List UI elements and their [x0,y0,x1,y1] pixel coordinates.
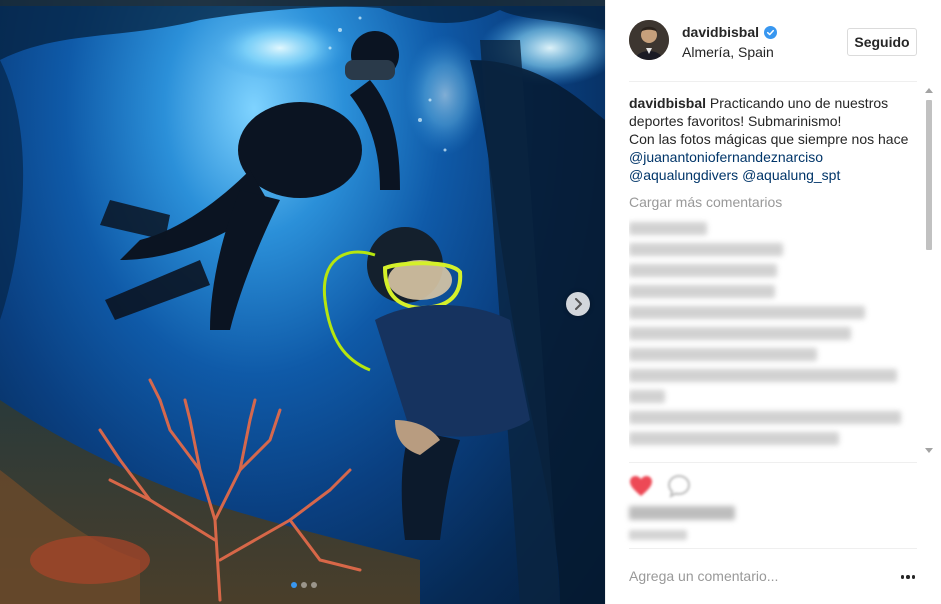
mention-link[interactable]: @aqualungdivers [629,167,738,183]
post-side-panel: davidbisbal Almería, Spain Seguido david… [605,0,941,604]
next-photo-button[interactable] [566,292,590,316]
load-more-comments[interactable]: Cargar más comentarios [629,194,919,210]
more-dot [900,575,905,579]
comment-divider [629,548,917,549]
mention-link[interactable]: @juanantoniofernandeznarciso [629,149,823,165]
caption-author[interactable]: davidbisbal [629,95,706,111]
comments-scrollbar[interactable] [923,86,935,458]
blurred-comment [629,348,817,361]
more-dot [906,575,910,579]
scroll-thumb[interactable] [926,100,932,250]
blurred-comment [629,390,665,403]
scroll-up-arrow-icon[interactable] [925,88,933,93]
post-actions [629,468,919,504]
blurred-comment [629,243,783,256]
blurred-comment [629,306,865,319]
avatar-image [629,20,669,60]
actions-divider [629,462,917,463]
mention-link[interactable]: @aqualung_spt [742,167,840,183]
more-options-icon[interactable] [898,570,918,584]
location-link[interactable]: Almería, Spain [682,44,774,60]
carousel-dot-1 [291,582,297,588]
blurred-comments [629,222,919,445]
blurred-comment [629,264,777,277]
comment-icon[interactable] [667,474,691,498]
header-divider [629,81,917,82]
blurred-comment [629,411,901,424]
verified-badge-icon [764,25,778,39]
scroll-down-arrow-icon[interactable] [925,448,933,453]
more-dot [911,575,916,579]
carousel-dot-2 [301,582,307,588]
blurred-comment [629,222,707,235]
blurred-comment [629,327,851,340]
follow-button[interactable]: Seguido [847,28,917,56]
carousel-indicator [291,582,317,588]
underwater-photo-illustration [0,0,605,604]
chevron-right-icon [575,298,582,310]
likes-count [629,506,735,520]
carousel-dot-3 [311,582,317,588]
post-photo[interactable] [0,0,605,604]
caption-text-2: Con las fotos mágicas que siempre nos ha… [629,131,909,147]
heart-icon[interactable] [629,475,653,497]
blurred-comment [629,369,897,382]
post-timestamp [629,530,687,540]
blurred-comment [629,432,839,445]
blurred-comment [629,285,775,298]
add-comment-input[interactable]: Agrega un comentario... [629,568,879,584]
username-link[interactable]: davidbisbal [682,24,759,40]
avatar[interactable] [629,20,669,60]
username-row: davidbisbal [682,24,778,40]
post-caption: davidbisbal Practicando uno de nuestros … [629,94,919,184]
comments-list: davidbisbal Practicando uno de nuestros … [629,94,919,460]
post-header: davidbisbal Almería, Spain Seguido [606,0,941,82]
